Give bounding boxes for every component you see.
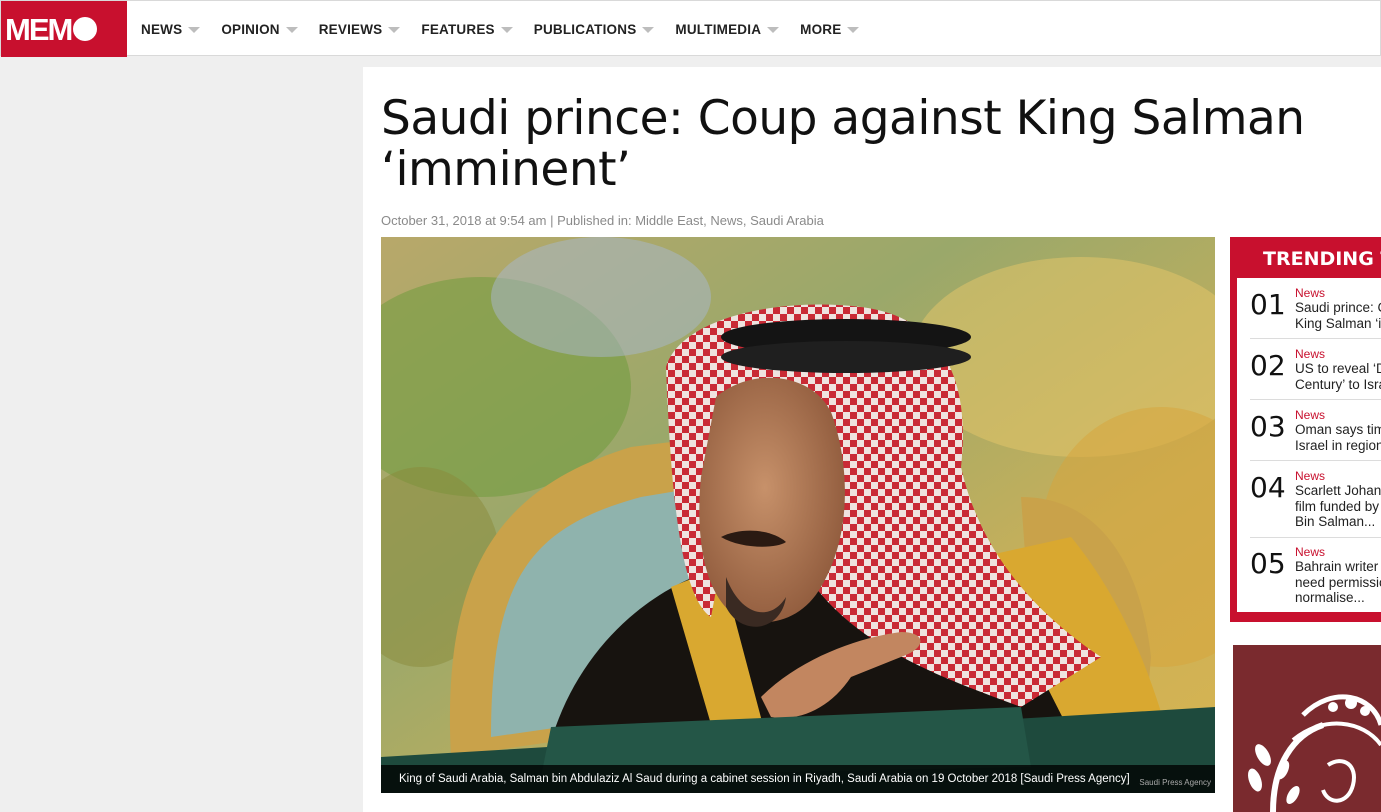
image-caption: King of Saudi Arabia, Salman bin Abdulaz…	[381, 765, 1215, 793]
trending-item-5[interactable]: 05 News Bahrain writer need permissio no…	[1237, 545, 1381, 612]
nav-label: OPINION	[221, 21, 280, 37]
trending-item-4[interactable]: 04 News Scarlett Johans film funded by B…	[1237, 469, 1381, 539]
chevron-down-icon	[188, 27, 201, 33]
nav-item-multimedia[interactable]: MULTIMEDIA	[675, 21, 780, 37]
chevron-down-icon	[642, 27, 655, 33]
top-navbar: MEM NEWS OPINION REVIEWS FEATURES PUBLIC…	[0, 0, 1381, 57]
trending-headline: Oman says tim Israel in region	[1295, 422, 1381, 453]
nav-item-reviews[interactable]: REVIEWS	[319, 22, 401, 37]
trending-number: 01	[1250, 288, 1286, 321]
divider	[1250, 399, 1381, 400]
chevron-down-icon	[767, 27, 780, 33]
chevron-down-icon	[388, 27, 401, 33]
trending-number: 02	[1250, 349, 1286, 382]
nav-label: FEATURES	[421, 21, 495, 37]
trending-item-2[interactable]: 02 News US to reveal ‘D Century’ to Isra	[1237, 347, 1381, 401]
article-date: October 31, 2018 at 9:54 am	[381, 213, 547, 228]
article-meta: October 31, 2018 at 9:54 am | Published …	[381, 213, 824, 228]
nav-label: REVIEWS	[318, 21, 383, 37]
trending-headline: Scarlett Johans film funded by Bin Salma…	[1295, 483, 1381, 529]
nav-label: PUBLICATIONS	[533, 21, 637, 37]
trending-number: 03	[1250, 410, 1286, 443]
image-credit: Saudi Press Agency	[1139, 778, 1211, 787]
nav-label: NEWS	[141, 21, 183, 37]
memo-logo[interactable]: MEM	[1, 1, 127, 57]
divider	[1250, 338, 1381, 339]
featured-image[interactable]: King of Saudi Arabia, Salman bin Abdulaz…	[381, 237, 1215, 793]
advertisement-banner[interactable]	[1233, 645, 1381, 812]
trending-category: News	[1295, 408, 1326, 422]
trending-list: 01 News Saudi prince: C King Salman ‘im …	[1237, 278, 1381, 612]
trending-headline: Bahrain writer need permissio normalise.…	[1295, 559, 1381, 605]
trending-item-1[interactable]: 01 News Saudi prince: C King Salman ‘im	[1237, 286, 1381, 340]
nav-label: MULTIMEDIA	[675, 21, 762, 37]
trending-headline: US to reveal ‘D Century’ to Isra	[1295, 361, 1381, 392]
chevron-down-icon	[285, 27, 298, 33]
trending-title: TRENDING T	[1263, 248, 1381, 270]
divider	[1250, 460, 1381, 461]
main-menu: NEWS OPINION REVIEWS FEATURES PUBLICATIO…	[141, 1, 880, 57]
trending-category: News	[1295, 545, 1326, 559]
chevron-down-icon	[500, 27, 513, 33]
nav-item-more[interactable]: MORE	[800, 21, 860, 37]
category-link-news[interactable]: News	[710, 213, 743, 228]
logo-text: MEM	[5, 11, 73, 47]
ornament-graphic	[1233, 645, 1381, 812]
trending-headline: Saudi prince: C King Salman ‘im	[1295, 300, 1381, 331]
published-in-label: Published in:	[557, 213, 632, 228]
nav-item-opinion[interactable]: OPINION	[221, 21, 298, 37]
nav-item-publications[interactable]: PUBLICATIONS	[534, 22, 655, 37]
article-title: Saudi prince: Coup against King Salman ‘…	[381, 91, 1305, 197]
nav-item-features[interactable]: FEATURES	[421, 21, 513, 37]
king-salman-photo	[381, 237, 1215, 793]
trending-category: News	[1295, 286, 1326, 300]
chevron-down-icon	[847, 27, 860, 33]
divider	[1250, 537, 1381, 538]
trending-widget: TRENDING T 01 News Saudi prince: C King …	[1230, 237, 1381, 622]
nav-item-news[interactable]: NEWS	[141, 21, 201, 37]
trending-number: 04	[1250, 471, 1286, 504]
trending-item-3[interactable]: 03 News Oman says tim Israel in region	[1237, 408, 1381, 462]
trending-category: News	[1295, 347, 1326, 361]
trending-category: News	[1295, 469, 1326, 483]
category-link-saudi-arabia[interactable]: Saudi Arabia	[750, 213, 824, 228]
logo-dot-icon	[73, 17, 98, 41]
trending-number: 05	[1250, 547, 1286, 580]
category-link-middle-east[interactable]: Middle East	[635, 213, 703, 228]
nav-label: MORE	[800, 21, 842, 37]
